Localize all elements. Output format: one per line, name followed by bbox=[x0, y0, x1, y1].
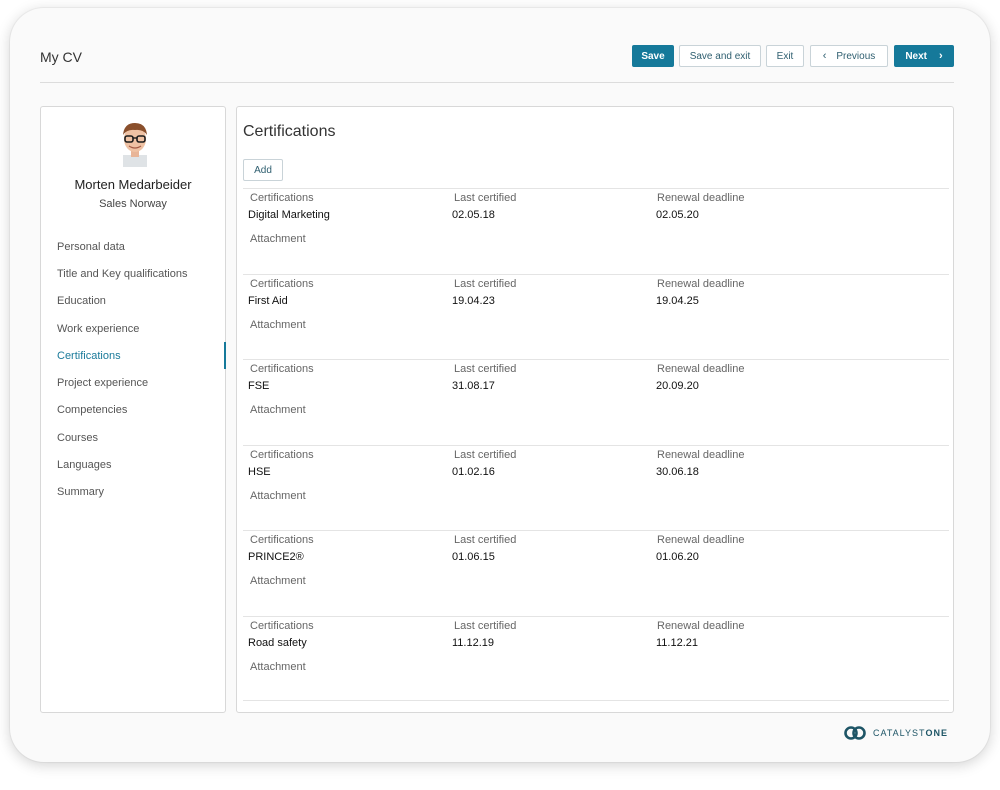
renewal-deadline-value: 30.06.18 bbox=[656, 465, 699, 478]
sidebar-item-courses[interactable]: Courses bbox=[41, 424, 225, 451]
certification-row: Certifications HSE Last certified 01.02.… bbox=[243, 444, 949, 531]
sidebar-item-project-experience[interactable]: Project experience bbox=[41, 369, 225, 396]
renewal-deadline-value: 11.12.21 bbox=[656, 636, 699, 649]
certification-name: FSE bbox=[248, 380, 270, 392]
sidebar-item-competencies[interactable]: Competencies bbox=[41, 397, 225, 424]
page-title: My CV bbox=[40, 49, 82, 65]
certification-label: Certifications bbox=[250, 277, 314, 290]
sidebar-item-title-key-qualifications[interactable]: Title and Key qualifications bbox=[41, 260, 225, 287]
avatar bbox=[123, 123, 147, 167]
last-certified-value: 01.06.15 bbox=[452, 551, 495, 563]
certification-list: Certifications Digital Marketing Last ce… bbox=[243, 188, 949, 701]
certification-name: Road safety bbox=[248, 636, 307, 649]
last-certified-value: 31.08.17 bbox=[452, 380, 495, 392]
certification-label: Certifications bbox=[250, 363, 314, 375]
sidebar-item-work-experience[interactable]: Work experience bbox=[41, 315, 225, 342]
renewal-deadline-value: 19.04.25 bbox=[656, 294, 699, 307]
certification-row: Certifications Road safety Last certifie… bbox=[243, 615, 949, 701]
last-certified-label: Last certified bbox=[454, 363, 517, 375]
certification-label: Certifications bbox=[250, 448, 314, 461]
brand-wordmark: CATALYSTONE bbox=[873, 728, 949, 738]
sidebar-item-certifications[interactable]: Certifications bbox=[41, 342, 226, 370]
save-and-exit-button[interactable]: Save and exit bbox=[679, 45, 761, 67]
certification-row: Certifications Digital Marketing Last ce… bbox=[243, 188, 949, 274]
last-certified-value: 02.05.18 bbox=[452, 209, 495, 221]
renewal-deadline-label: Renewal deadline bbox=[657, 448, 745, 461]
last-certified-label: Last certified bbox=[454, 192, 517, 204]
next-button[interactable]: Next › bbox=[894, 45, 954, 67]
main-panel: Certifications Add Certifications Digita… bbox=[236, 106, 954, 713]
previous-button[interactable]: ‹ Previous bbox=[810, 45, 888, 67]
certification-row: Certifications FSE Last certified 31.08.… bbox=[243, 359, 949, 445]
certification-label: Certifications bbox=[250, 192, 314, 204]
last-certified-label: Last certified bbox=[454, 619, 517, 632]
last-certified-value: 01.02.16 bbox=[452, 465, 495, 478]
sidebar-item-education[interactable]: Education bbox=[41, 288, 225, 315]
renewal-deadline-value: 01.06.20 bbox=[656, 551, 699, 563]
last-certified-label: Last certified bbox=[454, 277, 517, 290]
chevron-left-icon: ‹ bbox=[822, 50, 827, 62]
certification-row: Certifications First Aid Last certified … bbox=[243, 273, 949, 360]
sidebar-item-languages[interactable]: Languages bbox=[41, 451, 225, 478]
section-nav: Personal data Title and Key qualificatio… bbox=[41, 233, 226, 506]
attachment-label: Attachment bbox=[250, 233, 306, 245]
attachment-label: Attachment bbox=[250, 404, 306, 416]
sidebar-item-summary[interactable]: Summary bbox=[41, 479, 225, 506]
certification-name: PRINCE2® bbox=[248, 551, 304, 563]
renewal-deadline-value: 20.09.20 bbox=[656, 380, 699, 392]
exit-button[interactable]: Exit bbox=[766, 45, 804, 67]
user-role: Sales Norway bbox=[99, 198, 167, 210]
sidebar: Morten Medarbeider Sales Norway Personal… bbox=[40, 106, 226, 713]
user-name: Morten Medarbeider bbox=[74, 177, 192, 192]
certification-row: Certifications PRINCE2® Last certified 0… bbox=[243, 530, 949, 616]
next-button-label: Next bbox=[905, 50, 927, 62]
section-title: Certifications bbox=[243, 123, 336, 140]
attachment-label: Attachment bbox=[250, 660, 306, 673]
catalystone-logo: CATALYSTONE bbox=[843, 725, 948, 741]
save-button[interactable]: Save bbox=[632, 45, 674, 67]
certification-label: Certifications bbox=[250, 619, 314, 632]
certification-name: First Aid bbox=[248, 294, 288, 307]
attachment-label: Attachment bbox=[250, 318, 306, 331]
certification-name: HSE bbox=[248, 465, 271, 478]
brand-mark-icon bbox=[844, 726, 866, 740]
attachment-label: Attachment bbox=[250, 575, 306, 587]
renewal-deadline-label: Renewal deadline bbox=[657, 192, 745, 204]
add-certification-button[interactable]: Add bbox=[243, 159, 283, 181]
renewal-deadline-label: Renewal deadline bbox=[657, 619, 745, 632]
renewal-deadline-label: Renewal deadline bbox=[657, 534, 745, 546]
chevron-right-icon: › bbox=[939, 50, 943, 62]
sidebar-item-personal-data[interactable]: Personal data bbox=[41, 233, 225, 260]
certification-label: Certifications bbox=[250, 534, 314, 546]
last-certified-label: Last certified bbox=[454, 534, 517, 546]
certification-name: Digital Marketing bbox=[248, 209, 330, 221]
renewal-deadline-value: 02.05.20 bbox=[656, 209, 699, 221]
last-certified-label: Last certified bbox=[454, 448, 517, 461]
last-certified-value: 11.12.19 bbox=[452, 636, 495, 649]
last-certified-value: 19.04.23 bbox=[452, 294, 495, 307]
renewal-deadline-label: Renewal deadline bbox=[657, 363, 745, 375]
previous-button-label: Previous bbox=[836, 50, 876, 62]
header-divider bbox=[40, 82, 954, 83]
attachment-label: Attachment bbox=[250, 489, 306, 502]
renewal-deadline-label: Renewal deadline bbox=[657, 277, 745, 290]
